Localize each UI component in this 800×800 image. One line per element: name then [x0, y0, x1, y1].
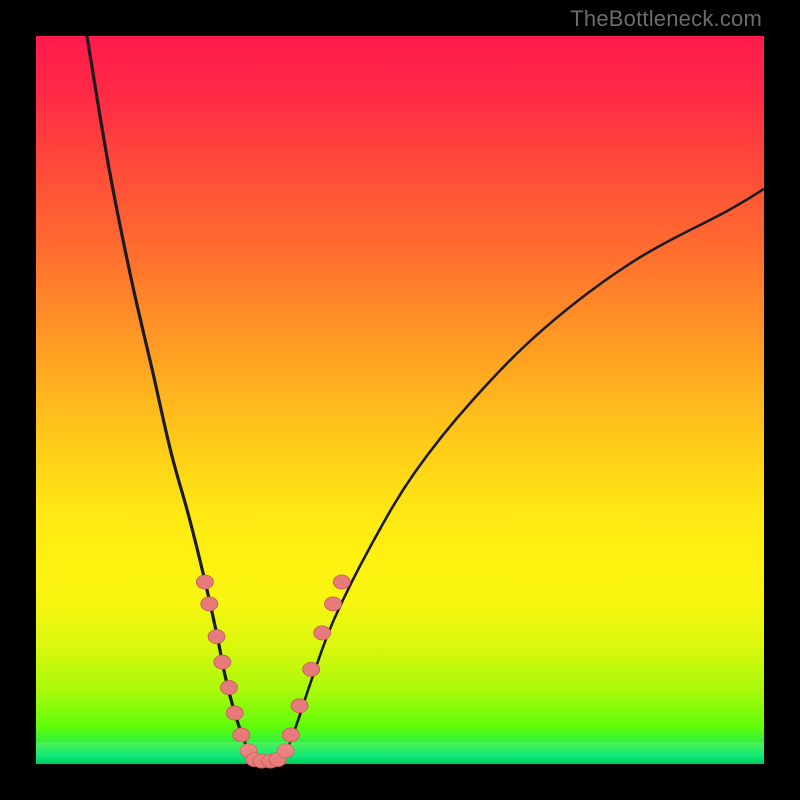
- data-marker: [325, 597, 342, 611]
- watermark-text: TheBottleneck.com: [570, 6, 762, 32]
- data-marker: [233, 728, 250, 742]
- left-curve: [87, 36, 258, 760]
- curves-svg: [36, 36, 764, 764]
- data-marker: [196, 575, 213, 589]
- right-curve: [280, 189, 764, 760]
- data-marker: [226, 706, 243, 720]
- data-marker: [208, 630, 225, 644]
- data-marker: [291, 699, 308, 713]
- data-marker: [277, 744, 294, 758]
- data-marker: [201, 597, 218, 611]
- markers-group: [196, 575, 350, 768]
- data-marker: [214, 655, 231, 669]
- data-marker: [333, 575, 350, 589]
- chart-stage: TheBottleneck.com: [0, 0, 800, 800]
- data-marker: [314, 626, 331, 640]
- plot-area: [36, 36, 764, 764]
- data-marker: [282, 728, 299, 742]
- data-marker: [303, 662, 320, 676]
- data-marker: [220, 681, 237, 695]
